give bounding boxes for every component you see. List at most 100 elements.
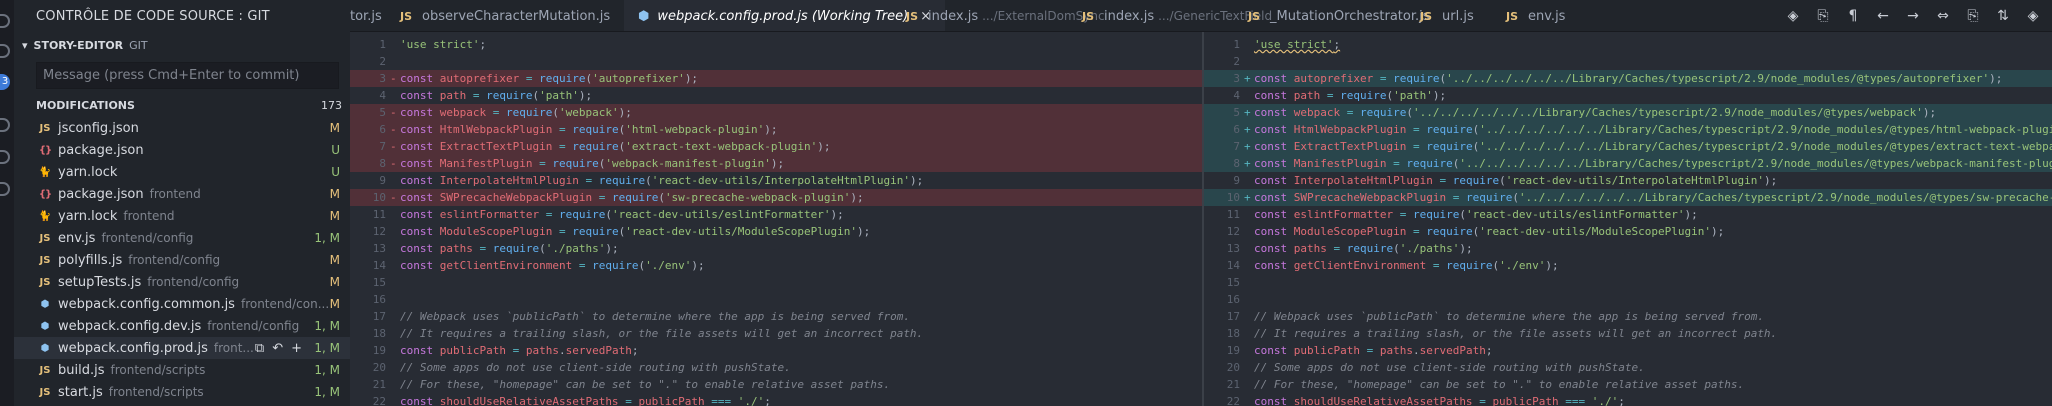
code-token: 'react-dev-utils/eslintFormatter' bbox=[1465, 208, 1685, 221]
code-text: const HtmlWebpackPlugin = require('../..… bbox=[1254, 121, 2052, 138]
code-token: ; bbox=[1333, 38, 1341, 51]
open-original-icon[interactable]: ⎘ bbox=[1964, 8, 1982, 24]
line-number: 7 bbox=[379, 140, 386, 153]
code-token: require bbox=[552, 157, 599, 170]
open-file-icon[interactable]: ⧉ bbox=[255, 341, 264, 356]
file-status-badge: M bbox=[329, 121, 340, 135]
code-token: ); bbox=[578, 89, 593, 102]
changes-section-header[interactable]: MODIFICATIONS 173 bbox=[36, 96, 350, 114]
file-name: webpack.config.prod.js front... bbox=[58, 340, 254, 356]
search-icon[interactable] bbox=[0, 44, 10, 58]
code-line: 19 const publicPath = paths.servedPath; bbox=[350, 342, 1202, 359]
code-text: const paths = require('./paths'); bbox=[400, 240, 619, 257]
toggle-inline-icon[interactable]: ⇔ bbox=[1934, 8, 1952, 24]
file-status-badge: M bbox=[329, 297, 340, 311]
editor-tab[interactable]: JS url.js bbox=[1406, 0, 1488, 31]
code-token: ModuleScopePlugin bbox=[439, 225, 553, 238]
changed-file-item[interactable]: JS env.js frontend/config 1, M bbox=[14, 227, 350, 249]
code-token: require bbox=[1406, 157, 1453, 170]
code-token: const bbox=[1254, 89, 1294, 102]
diff-marker: + bbox=[1244, 72, 1251, 85]
code-token: const bbox=[1254, 174, 1294, 187]
js-file-icon: JS bbox=[906, 9, 919, 23]
code-line: 21 // For these, "homepage" can be set to… bbox=[350, 376, 1202, 393]
commit-message-input[interactable] bbox=[43, 63, 332, 88]
changed-file-item[interactable]: {} package.json U bbox=[14, 139, 350, 161]
open-file-icon[interactable]: ⎘ bbox=[1814, 8, 1832, 24]
extensions-icon[interactable] bbox=[0, 150, 10, 164]
added-line: 7 + const ExtractTextPlugin = require('../… bbox=[1204, 138, 2052, 155]
diff-original-pane[interactable]: 1'use strict'; 2 3- const autoprefixer = re… bbox=[350, 32, 1202, 406]
code-token: = bbox=[625, 395, 632, 406]
previous-change-icon[interactable]: ← bbox=[1874, 8, 1892, 24]
webpack-file-icon: ⬢ bbox=[40, 342, 50, 354]
code-token: // For these, "homepage" can be set to "… bbox=[400, 378, 891, 391]
code-token: ); bbox=[1545, 259, 1559, 272]
commit-message-box[interactable] bbox=[36, 62, 339, 89]
repo-header[interactable]: ▾ STORY-EDITOR GIT bbox=[22, 36, 148, 54]
tab-label: env.js bbox=[1528, 8, 1566, 24]
open-changes-icon[interactable]: ◈ bbox=[1784, 8, 1802, 24]
code-text: const autoprefixer = require('autoprefix… bbox=[400, 70, 698, 87]
code-token: require bbox=[1465, 191, 1513, 204]
stage-changes-icon[interactable]: ⇅ bbox=[1994, 8, 2012, 24]
changed-file-item[interactable]: JS polyfills.js frontend/config M bbox=[14, 249, 350, 271]
changes-count-badge: 173 bbox=[321, 98, 342, 112]
code-token: ModuleScopePlugin bbox=[1293, 225, 1407, 238]
next-change-icon[interactable]: → bbox=[1904, 8, 1922, 24]
chevron-down-icon[interactable]: ▾ bbox=[22, 39, 28, 52]
line-number: 4 bbox=[379, 89, 386, 102]
code-line: 13 const paths = require('./paths'); bbox=[1204, 240, 2052, 257]
remote-icon[interactable] bbox=[0, 182, 10, 196]
code-text: const shouldUseRelativeAssetPaths = publ… bbox=[1254, 393, 1625, 406]
js-file-icon: JS bbox=[1420, 9, 1433, 23]
code-line: 1 'use strict'; bbox=[1204, 36, 2052, 53]
line-number: 13 bbox=[1226, 242, 1240, 255]
changed-file-item[interactable]: JS start.js frontend/scripts 1, M bbox=[14, 381, 350, 403]
code-token: ); bbox=[850, 191, 864, 204]
more-icon[interactable]: ◈ bbox=[2024, 8, 2042, 24]
changed-file-item[interactable]: JS build.js frontend/scripts 1, M bbox=[14, 359, 350, 381]
code-token: 'extract-text-webpack-plugin' bbox=[625, 140, 818, 153]
code-token: ; bbox=[1618, 395, 1625, 406]
code-token: const bbox=[1254, 208, 1294, 221]
changed-file-item[interactable]: 🐈 yarn.lock U bbox=[14, 161, 350, 183]
debug-icon[interactable] bbox=[0, 118, 10, 132]
file-status-badge: 1, M bbox=[314, 385, 340, 399]
source-control-badge[interactable]: 3 bbox=[0, 74, 10, 90]
changed-file-item[interactable]: ⬢ webpack.config.common.js frontend/con...… bbox=[14, 293, 350, 315]
line-number: 13 bbox=[372, 242, 386, 255]
code-token: ( bbox=[539, 242, 546, 255]
code-token: const bbox=[400, 208, 440, 221]
code-token: require bbox=[598, 174, 646, 187]
explorer-icon[interactable] bbox=[0, 14, 10, 28]
line-number: 12 bbox=[372, 225, 386, 238]
line-number: 5 bbox=[1233, 106, 1240, 119]
diff-modified-pane[interactable]: 1'use strict'; 2 3 + const autoprefixer = re… bbox=[1204, 32, 2052, 406]
editor-tab[interactable]: JS observeCharacterMutation.js bbox=[386, 0, 624, 31]
changed-file-item[interactable]: 🐈 yarn.lock frontend M bbox=[14, 205, 350, 227]
changed-file-item[interactable]: ⬢ webpack.config.prod.js front... ⧉ ↶ +1, M bbox=[14, 337, 350, 359]
changed-file-item[interactable]: JS setupTests.js frontend/config M bbox=[14, 271, 350, 293]
code-line: 13 const paths = require('./paths'); bbox=[350, 240, 1202, 257]
code-token: require bbox=[505, 106, 553, 119]
code-text: const ExtractTextPlugin = require('../..… bbox=[1254, 138, 2052, 155]
code-token: '../../../../../../Library/Caches/typesc… bbox=[1479, 123, 2052, 136]
changed-file-item[interactable]: ⬢ webpack.config.dev.js frontend/config 1, … bbox=[14, 315, 350, 337]
editor-tab[interactable]: JS env.js bbox=[1492, 0, 1579, 31]
changed-file-item[interactable]: JS jsconfig.json M bbox=[14, 117, 350, 139]
line-number: 18 bbox=[1226, 327, 1240, 340]
changed-file-item[interactable]: {} package.json frontend M bbox=[14, 183, 350, 205]
code-line: 21 // For these, "homepage" can be set to… bbox=[1204, 376, 2052, 393]
stage-icon[interactable]: + bbox=[291, 341, 302, 356]
code-token: const bbox=[400, 89, 440, 102]
show-whitespace-icon[interactable]: ¶ bbox=[1844, 8, 1862, 24]
line-number: 1 bbox=[1233, 38, 1240, 51]
discard-icon[interactable]: ↶ bbox=[272, 341, 283, 356]
file-name: env.js frontend/config bbox=[58, 230, 194, 246]
